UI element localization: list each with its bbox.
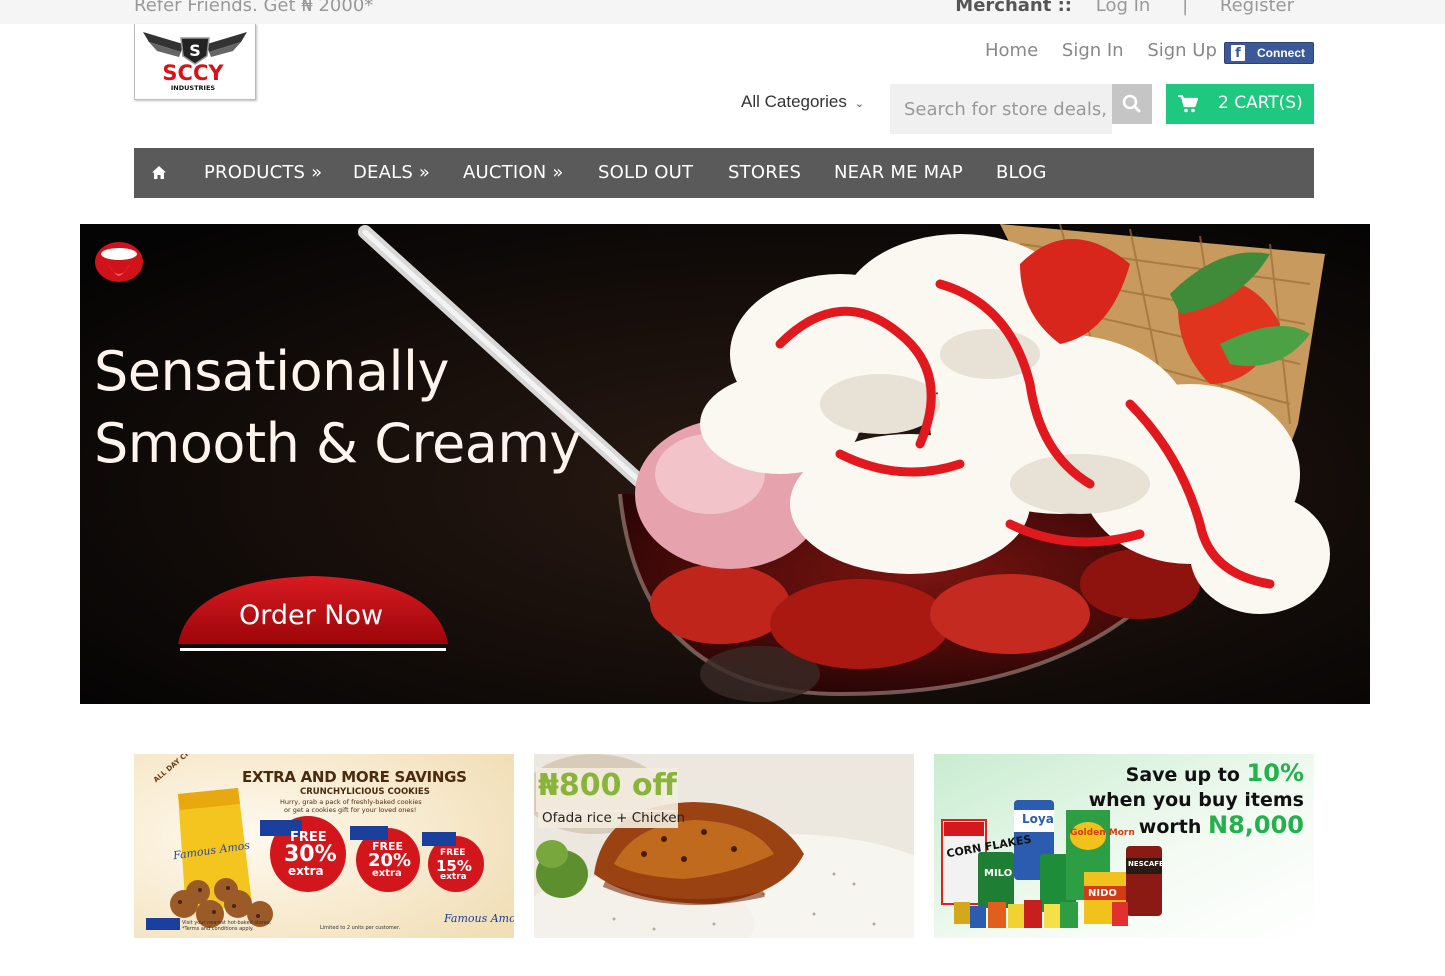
facebook-connect-button[interactable]: f Connect [1224, 42, 1314, 64]
svg-text:S: S [189, 41, 201, 60]
cookies-headline: EXTRA AND MORE SAVINGS [242, 768, 467, 786]
signin-link[interactable]: Sign In [1062, 40, 1124, 61]
nav-item-deals[interactable]: DEALS » [353, 162, 430, 183]
refer-friends-link[interactable]: Refer Friends. Get ₦ 2000* [134, 0, 373, 16]
hero-headline-line2: Smooth & Creamy [94, 412, 581, 475]
nav-item-sold-out[interactable]: SOLD OUT [598, 162, 693, 183]
header-links: Home Sign In Sign Up [985, 40, 1235, 61]
grocery-discount-value: 10% [1246, 759, 1304, 787]
main-nav: PRODUCTS » DEALS » AUCTION » SOLD OUT ST… [134, 148, 1314, 198]
cookies-body-line1: Hurry, grab a pack of freshly-baked cook… [280, 798, 422, 806]
merchant-label: Merchant :: [955, 0, 1073, 16]
search-button[interactable] [1112, 84, 1152, 124]
cart-icon [1178, 95, 1198, 113]
product-label-nescafe: NESCAFE [1128, 860, 1164, 868]
home-link[interactable]: Home [985, 40, 1038, 61]
hero-banner[interactable]: Sensationally Smooth & Creamy Order Now [80, 224, 1370, 704]
offer-extra-label: extra [372, 868, 402, 879]
grocery-line3-prefix: worth [1138, 816, 1202, 838]
account-links: Merchant :: Log In | Register [955, 0, 1294, 16]
site-logo[interactable]: S SCCY INDUSTRIES [134, 24, 256, 100]
search-input[interactable] [890, 84, 1112, 134]
link-separator: | [1182, 0, 1189, 16]
nav-item-products[interactable]: PRODUCTS » [204, 162, 322, 183]
cart-button[interactable]: 2 CART(S) [1166, 84, 1314, 124]
cookies-body-line2: or get a cookies gift for your loved one… [284, 806, 417, 814]
category-select[interactable]: All Categories ⌄ [741, 92, 864, 112]
nav-item-stores[interactable]: STORES [728, 162, 801, 183]
food-dish-name: Ofada rice + Chicken [542, 810, 686, 826]
grocery-line1: Save up to 10% [1089, 760, 1304, 788]
promo-banner-grocery[interactable]: CORN FLAKES Loya MILO Golden Morn NIDO N… [934, 754, 1314, 938]
promo-banner-ofada[interactable]: ₦800 off Ofada rice + Chicken [534, 754, 914, 938]
top-bar: Refer Friends. Get ₦ 2000* Merchant :: L… [0, 0, 1445, 24]
sccy-logo-icon: S SCCY INDUSTRIES [143, 32, 247, 92]
promo-banner-cookies[interactable]: Famous Amos ALL DAY CRUNCH! EXTRA AND MO… [134, 754, 514, 938]
facebook-connect-label: Connect [1257, 46, 1305, 60]
cookies-footer-terms: *Terms and conditions apply. [182, 926, 254, 932]
login-link[interactable]: Log In [1096, 0, 1151, 16]
offer-extra-label: extra [288, 864, 324, 878]
search-icon [1122, 94, 1141, 113]
nav-item-auction[interactable]: AUCTION » [463, 162, 564, 183]
famous-amos-logo: Famous Amos [444, 912, 514, 925]
grocery-line1-prefix: Save up to [1125, 764, 1240, 786]
svg-text:SCCY: SCCY [162, 61, 224, 85]
facebook-icon: f [1231, 45, 1245, 61]
product-label-milo: MILO [984, 868, 1013, 879]
order-now-button[interactable]: Order Now [178, 574, 448, 650]
grocery-line3: worth N8,000 [1089, 812, 1304, 840]
svg-text:INDUSTRIES: INDUSTRIES [171, 84, 216, 92]
nav-item-blog[interactable]: BLOG [996, 162, 1047, 183]
cookies-subhead: CRUNCHYLICIOUS COOKIES [300, 787, 430, 797]
nav-item-near-me-map[interactable]: NEAR ME MAP [834, 162, 963, 183]
cookies-footer-right: Limited to 2 units per customer. [320, 925, 401, 931]
category-select-value: All Categories [741, 92, 847, 111]
product-label-nido: NIDO [1088, 888, 1117, 899]
grocery-line2: when you buy items [1088, 789, 1304, 811]
hero-headline-line1: Sensationally [94, 340, 449, 403]
chevron-down-icon: ⌄ [854, 98, 865, 110]
signup-link[interactable]: Sign Up [1147, 40, 1217, 61]
grocery-threshold-value: N8,000 [1208, 811, 1304, 839]
food-offer-amount: ₦800 off [538, 768, 677, 803]
grocery-promo-text: Save up to 10% when you buy items worth … [1089, 760, 1304, 840]
offer-extra-label: extra [440, 872, 467, 882]
order-now-label: Order Now [238, 600, 384, 631]
cart-count-label: 2 CART(S) [1218, 93, 1303, 113]
lips-logo [95, 242, 143, 282]
home-icon[interactable] [152, 166, 166, 179]
product-label-loya: Loya [1022, 812, 1054, 826]
register-link[interactable]: Register [1220, 0, 1294, 16]
